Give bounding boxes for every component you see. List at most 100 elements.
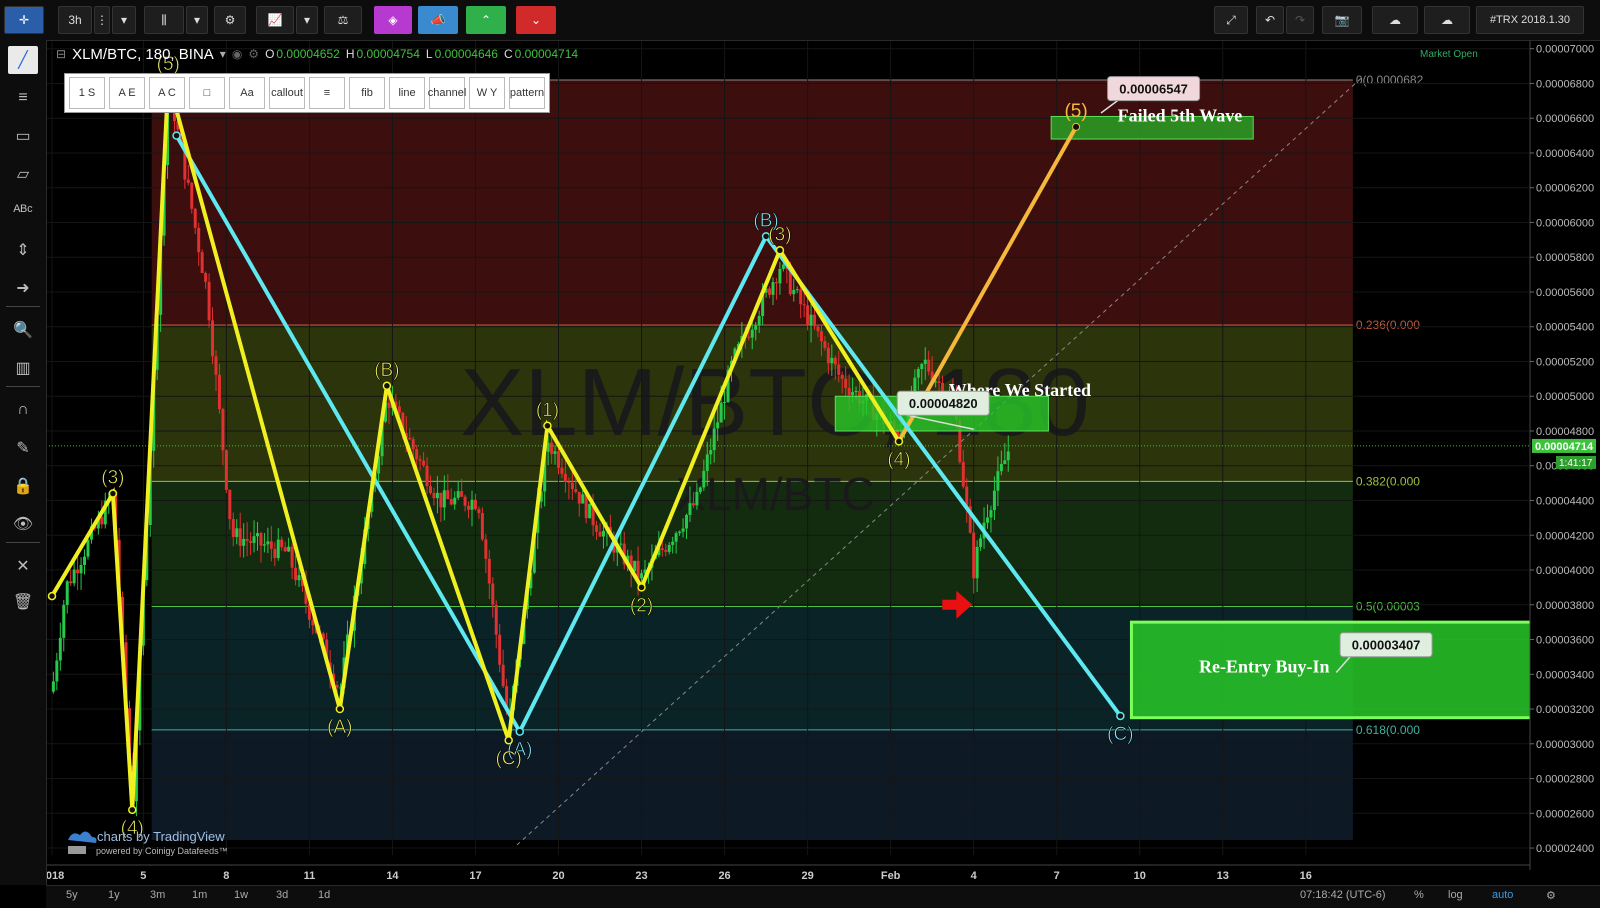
cyan_wave-point[interactable] [1116,711,1125,721]
sell-down-icon[interactable]: ⌄ [516,6,556,34]
yellow_wave-point[interactable] [637,583,646,592]
drawing-tool-1[interactable]: A E [109,77,145,109]
candle-body [774,282,778,284]
yellow_wave-point[interactable] [335,704,345,714]
symbol-label[interactable]: XLM/BTC, 180, BINA [72,46,214,63]
candle-body [86,539,90,557]
volume-profile-icon[interactable]: ▥ [8,354,38,382]
cube-icon[interactable]: ◈ [374,6,412,34]
drawing-tool-2[interactable]: A C [149,77,185,109]
countdown-text: 1:41:17 [1559,458,1593,469]
cyan_wave-point[interactable] [515,727,525,736]
yellow_wave-point[interactable] [382,381,392,391]
redo-icon[interactable]: ↷ [1286,6,1314,34]
y-tick-label: 0.00006000 [1536,217,1594,229]
candle-body [256,533,260,537]
alert-megaphone-icon[interactable]: 📣 [418,6,458,34]
gear-icon[interactable]: ⚙ [248,47,259,61]
candle-body [72,569,76,584]
timeframe-1m[interactable]: 1m [192,889,207,901]
y-tick-label: 0.00003000 [1536,739,1594,751]
layout-tag[interactable]: #TRX 2018.1.30 [1476,6,1584,34]
drawing-tool-9[interactable]: channel [428,77,466,109]
drawing-tool-6[interactable]: ≡ [309,77,345,109]
trend-line-icon[interactable]: ╱ [8,46,38,74]
interval-dropdown-icon[interactable]: ▾ [112,6,136,34]
arrow-icon[interactable]: ➜ [8,274,38,302]
hide-eye-icon[interactable]: 👁 [8,510,38,538]
timeframe-1w[interactable]: 1w [234,889,248,901]
pencil-icon[interactable]: ✎ [8,434,38,462]
drawing-tool-8[interactable]: line [389,77,425,109]
buy-up-icon[interactable]: ⌃ [466,6,506,34]
fullscreen-icon[interactable]: ⤢ [1214,6,1248,34]
crosshair-button[interactable]: ✛ [4,6,44,34]
annotation-text[interactable]: Failed 5th Wave [1118,106,1243,126]
yellow_wave-point[interactable] [894,437,904,446]
price-chart[interactable]: 0(0.0000682 0.236(0.000 0.382(0.000 0.5(0.0… [0,0,1600,900]
yellow_wave-point[interactable] [128,805,137,815]
projection-point[interactable] [1072,122,1081,131]
timeframe-5y[interactable]: 5y [66,889,78,901]
compare-scale-icon[interactable]: ⚖ [324,6,362,34]
clock: 07:18:42 (UTC-6) [1300,889,1386,901]
yellow_wave-point[interactable] [775,246,785,255]
indicators-button[interactable]: 📈 [256,6,294,34]
timeframe-3d[interactable]: 3d [276,889,288,901]
settings-small-gear-icon[interactable]: ⚙ [1546,889,1556,902]
timeframe-1y[interactable]: 1y [108,889,120,901]
price-callout-text: 0.00003407 [1352,638,1421,653]
screenshot-camera-icon[interactable]: 📷 [1322,6,1362,34]
candle-body [76,569,80,574]
left-toolbar: ╱ ≡ ▭ ▱ ᴬᴮᶜ ⇕ ➜ 🔍 ▥ ∩ ✎ 🔒 👁 ✕ 🗑 [0,40,47,885]
auto-toggle[interactable]: auto [1492,889,1513,901]
lock-icon[interactable]: 🔒 [8,472,38,500]
yellow_wave-point[interactable] [108,489,118,498]
percent-toggle[interactable]: % [1414,889,1424,901]
annotation-text[interactable]: Re-Entry Buy-In [1199,657,1330,677]
yellow_wave-point[interactable] [504,736,513,745]
magnet-icon[interactable]: ∩ [8,396,38,424]
interval-button[interactable]: 3h [58,6,92,34]
symbol-dropdown-icon[interactable]: ▾ [220,47,226,61]
candle-type-button[interactable]: ⫼ [144,6,184,34]
candle-body [678,531,682,534]
log-toggle[interactable]: log [1448,889,1463,901]
indicators-dropdown-icon[interactable]: ▾ [296,6,318,34]
undo-icon[interactable]: ↶ [1256,6,1284,34]
more-intervals-button[interactable]: ⋮ [94,6,110,34]
zoom-icon[interactable]: 🔍 [8,316,38,344]
collapse-icon[interactable]: ⊟ [56,47,66,61]
eye-icon[interactable]: ◉ [232,47,242,61]
candle-body [664,550,668,552]
candle-body [55,660,59,682]
close-label: C [503,47,513,61]
cloud-load-icon[interactable]: ☁ [1372,6,1418,34]
settings-gear-icon[interactable]: ⚙ [214,6,246,34]
drawing-tool-3[interactable]: □ [189,77,225,109]
chart-type-dropdown-icon[interactable]: ▾ [186,6,208,34]
candle-body [269,541,273,549]
drawing-tool-5[interactable]: callout [269,77,305,109]
cloud-save-icon[interactable]: ☁ [1424,6,1470,34]
tools-icon[interactable]: ✕ [8,552,38,580]
trash-icon[interactable]: 🗑 [8,588,38,616]
horizontal-lines-icon[interactable]: ≡ [8,84,38,112]
drawing-tool-11[interactable]: pattern [509,77,545,109]
abc-pattern-icon[interactable]: ᴬᴮᶜ [8,198,38,226]
rectangle-icon[interactable]: ▭ [8,122,38,150]
cyan_wave-point[interactable] [172,131,181,140]
y-tick-label: 0.00004200 [1536,530,1594,542]
timeframe-1d[interactable]: 1d [318,889,330,901]
yellow_wave-point[interactable] [47,591,57,601]
drawing-tool-10[interactable]: W Y [469,77,505,109]
drawing-tool-7[interactable]: fib [349,77,385,109]
yellow_wave-point[interactable] [543,421,552,431]
candle-body [961,461,965,487]
drawing-tool-4[interactable]: Aa [229,77,265,109]
candle-body [560,467,564,474]
drawing-tool-0[interactable]: 1 S [69,77,105,109]
measure-icon[interactable]: ⇕ [8,236,38,264]
callout-icon[interactable]: ▱ [8,160,38,188]
timeframe-3m[interactable]: 3m [150,889,165,901]
